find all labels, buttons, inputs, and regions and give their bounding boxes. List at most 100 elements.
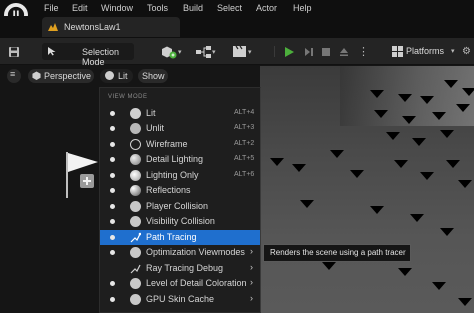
view-mode-label: Visibility Collision [146, 216, 215, 226]
visibility-collision-icon [130, 216, 141, 227]
platforms-label: Platforms [406, 46, 445, 56]
menu-section-header: VIEW MODE [108, 94, 148, 100]
toolbar-divider [274, 46, 275, 57]
scene-object [386, 132, 400, 140]
scene-object [322, 262, 336, 270]
view-mode-dropdown[interactable]: Lit [100, 69, 133, 83]
view-mode-item-optimization-viewmodes[interactable]: Optimization Viewmodes › [100, 245, 260, 260]
view-mode-label: Reflections [146, 185, 191, 195]
play-button[interactable] [283, 43, 297, 60]
view-mode-item-reflections[interactable]: Reflections [100, 183, 260, 198]
level-tab-label: NewtonsLaw1 [64, 22, 121, 32]
player-start-flag-icon[interactable] [64, 150, 104, 200]
selection-mode-dropdown[interactable]: Selection Mode [42, 43, 134, 67]
shortcut-label: ALT+3 [234, 124, 255, 131]
scene-object [350, 170, 364, 178]
view-mode-item-lighting-only[interactable]: Lighting Only ALT+6 [100, 168, 260, 183]
path-tracing-icon [130, 232, 141, 243]
chevron-down-icon: ▾ [248, 48, 252, 56]
view-mode-label: Wireframe [146, 139, 188, 149]
scene-object [458, 298, 472, 306]
view-mode-item-player-collision[interactable]: Player Collision [100, 199, 260, 214]
skip-frame-icon [305, 47, 313, 56]
menu-edit[interactable]: Edit [72, 3, 88, 13]
settings-button[interactable]: ⚙ [462, 43, 474, 60]
gpu-skin-cache-icon [130, 294, 141, 305]
level-tab[interactable]: NewtonsLaw1 [42, 17, 180, 37]
scene-object [456, 104, 470, 112]
view-mode-item-unlit[interactable]: Unlit ALT+3 [100, 121, 260, 136]
scene-object [462, 88, 474, 96]
menu-help[interactable]: Help [293, 3, 312, 13]
submenu-arrow-icon: › [250, 246, 253, 256]
view-mode-item-lit[interactable]: Lit ALT+4 [100, 106, 260, 121]
menu-tools[interactable]: Tools [147, 3, 168, 13]
view-mode-item-lod-coloration[interactable]: Level of Detail Coloration › [100, 276, 260, 291]
radio-icon [110, 297, 115, 302]
show-dropdown[interactable]: Show [138, 69, 168, 83]
scene-object [398, 94, 412, 102]
view-mode-label: Lit [118, 71, 128, 81]
lit-sphere-icon [105, 71, 114, 80]
platforms-dropdown[interactable]: Platforms ▾ [390, 43, 466, 60]
submenu-arrow-icon: › [250, 293, 253, 303]
selection-mode-label: Selection Mode [82, 47, 120, 67]
view-mode-label: Optimization Viewmodes [146, 247, 245, 257]
unlit-sphere-icon [130, 123, 141, 134]
chevron-down-icon: ▾ [212, 48, 216, 56]
perspective-label: Perspective [44, 71, 92, 81]
view-mode-item-detail-lighting[interactable]: Detail Lighting ALT+5 [100, 152, 260, 167]
player-collision-icon [130, 201, 141, 212]
scene-object [394, 160, 408, 168]
scene-object [440, 130, 454, 138]
cinematics-button[interactable]: ▾ [232, 43, 258, 60]
optimization-icon [130, 247, 141, 258]
submenu-arrow-icon: › [250, 277, 253, 287]
stop-button[interactable] [321, 43, 333, 60]
menu-select[interactable]: Select [217, 3, 242, 13]
perspective-cube-icon [32, 71, 41, 80]
view-mode-item-gpu-skin-cache[interactable]: GPU Skin Cache › [100, 292, 260, 307]
view-mode-item-path-tracing[interactable]: Path Tracing [100, 230, 260, 245]
radio-icon [110, 157, 115, 162]
lighting-only-icon [130, 170, 141, 181]
view-mode-item-ray-tracing-debug[interactable]: Ray Tracing Debug › [100, 261, 260, 276]
menu-file[interactable]: File [44, 3, 59, 13]
menu-actor[interactable]: Actor [256, 3, 277, 13]
save-button[interactable] [8, 43, 24, 60]
viewport-options-button[interactable]: ≡ [7, 69, 21, 83]
menu-window[interactable]: Window [101, 3, 133, 13]
view-mode-label: Level of Detail Coloration [146, 278, 247, 288]
menu-build[interactable]: Build [183, 3, 203, 13]
view-mode-item-wireframe[interactable]: Wireframe ALT+2 [100, 137, 260, 152]
settings-icon: ⚙ [462, 46, 471, 57]
view-mode-item-visibility-collision[interactable]: Visibility Collision [100, 214, 260, 229]
platforms-icon [392, 46, 403, 57]
scene-object [432, 112, 446, 120]
clapperboard-icon [233, 45, 246, 57]
save-icon [9, 46, 19, 57]
scene-object [270, 158, 284, 166]
scene-object [440, 228, 454, 236]
perspective-dropdown[interactable]: Perspective [28, 69, 94, 83]
add-content-button[interactable]: ▾ [160, 43, 182, 60]
scene-object [420, 172, 434, 180]
chevron-down-icon: ▾ [451, 48, 455, 55]
skip-button[interactable] [304, 43, 316, 60]
view-mode-label: Unlit [146, 123, 165, 133]
radio-icon [110, 142, 115, 147]
radio-icon [110, 219, 115, 224]
radio-icon [110, 126, 115, 131]
blueprint-button[interactable]: ▾ [196, 43, 220, 60]
tooltip-text: Renders the scene using a path tracer [270, 248, 406, 257]
reflections-icon [130, 185, 141, 196]
view-mode-label: Lit [146, 108, 156, 118]
play-options-button[interactable]: ⋮ [358, 43, 372, 60]
scene-object [420, 96, 434, 104]
radio-icon [110, 173, 115, 178]
submenu-arrow-icon: › [250, 262, 253, 272]
eject-button[interactable] [339, 43, 351, 60]
scene-object [370, 90, 384, 98]
scene-object [446, 160, 460, 168]
ray-tracing-debug-icon [130, 264, 141, 274]
